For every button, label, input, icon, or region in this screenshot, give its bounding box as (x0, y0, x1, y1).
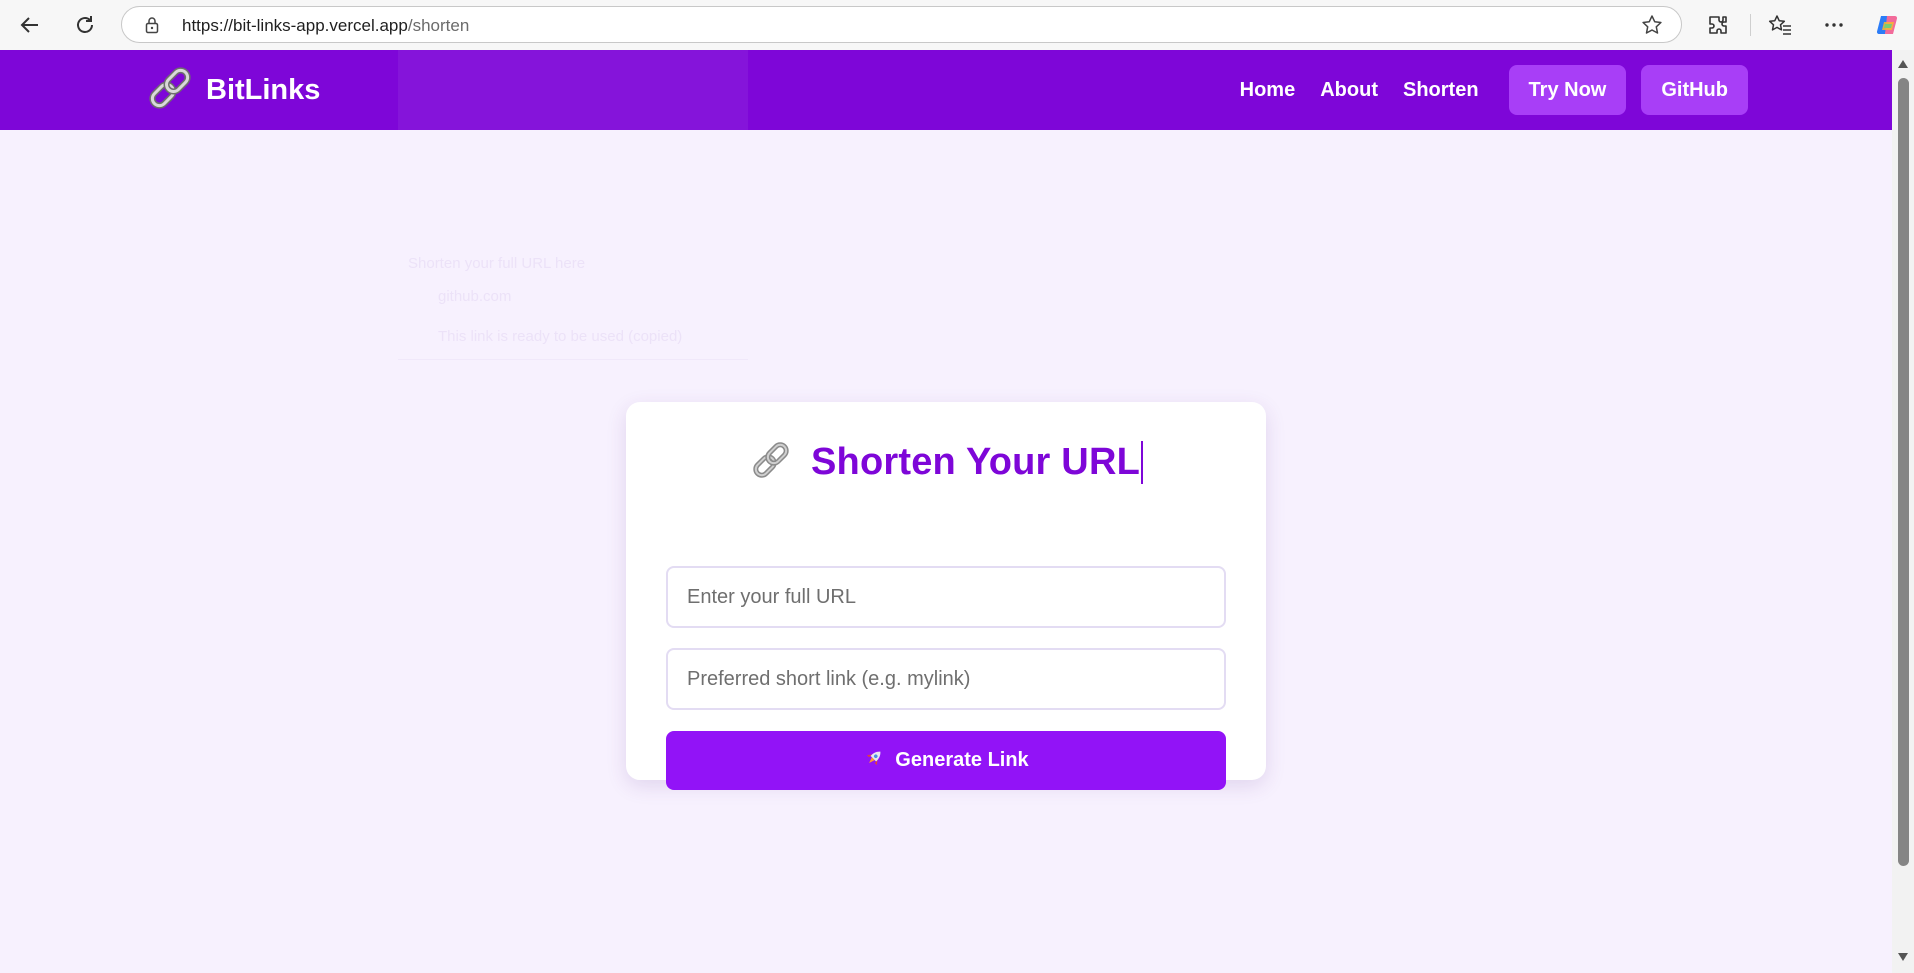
generate-link-label: Generate Link (895, 749, 1029, 771)
ghost-item: This link is ready to be used (copied) (438, 328, 683, 345)
url-path: /shorten (407, 16, 470, 35)
more-icon[interactable] (1820, 11, 1848, 39)
toolbar-divider (1750, 14, 1751, 36)
brand-logo[interactable]: BitLinks (144, 64, 320, 116)
copilot-icon[interactable] (1874, 11, 1902, 39)
ghost-item: github.com (438, 288, 512, 305)
favorites-icon[interactable] (1766, 11, 1794, 39)
ghost-heading: Shorten your full URL here (408, 255, 586, 272)
github-button[interactable]: GitHub (1641, 65, 1748, 115)
try-now-button[interactable]: Try Now (1508, 65, 1627, 115)
scrollbar-thumb[interactable] (1898, 78, 1909, 866)
rocket-icon (863, 747, 885, 775)
page-viewport: BitLinks Home About Shorten Try Now GitH… (0, 50, 1892, 973)
full-url-input[interactable] (666, 566, 1226, 628)
card-heading: Shorten Your URL (626, 438, 1266, 487)
nav-links: Home About Shorten Try Now GitHub (1240, 65, 1748, 115)
brand-name: BitLinks (206, 73, 321, 106)
url-text: https://bit-links-app.vercel.app/shorten (182, 16, 469, 36)
chain-link-icon (749, 438, 793, 487)
chain-link-icon (144, 62, 196, 119)
scroll-up-icon[interactable] (1897, 56, 1909, 74)
url-host: https://bit-links-app.vercel.app (182, 16, 408, 35)
nav-link-home[interactable]: Home (1240, 75, 1296, 106)
address-bar[interactable]: https://bit-links-app.vercel.app/shorten (121, 6, 1682, 43)
page-title: Shorten Your URL (811, 441, 1144, 484)
top-navbar: BitLinks Home About Shorten Try Now GitH… (0, 50, 1892, 130)
ghost-overlay-panel (398, 50, 748, 130)
short-link-input[interactable] (666, 648, 1226, 710)
nav-link-about[interactable]: About (1320, 75, 1378, 106)
star-icon[interactable] (1641, 14, 1663, 41)
ghost-overlay-list: Shorten your full URL here github.com Th… (398, 200, 748, 360)
back-arrow-icon[interactable] (15, 10, 45, 40)
refresh-icon[interactable] (70, 10, 100, 40)
lock-icon[interactable] (143, 16, 161, 39)
shorten-card: Shorten Your URL Generate Link (626, 402, 1266, 790)
scroll-down-icon[interactable] (1897, 949, 1909, 967)
browser-toolbar: https://bit-links-app.vercel.app/shorten (0, 0, 1914, 50)
page-scrollbar[interactable] (1892, 50, 1914, 973)
extensions-icon[interactable] (1704, 11, 1732, 39)
nav-link-shorten[interactable]: Shorten (1403, 75, 1479, 106)
generate-link-button[interactable]: Generate Link (666, 731, 1226, 790)
